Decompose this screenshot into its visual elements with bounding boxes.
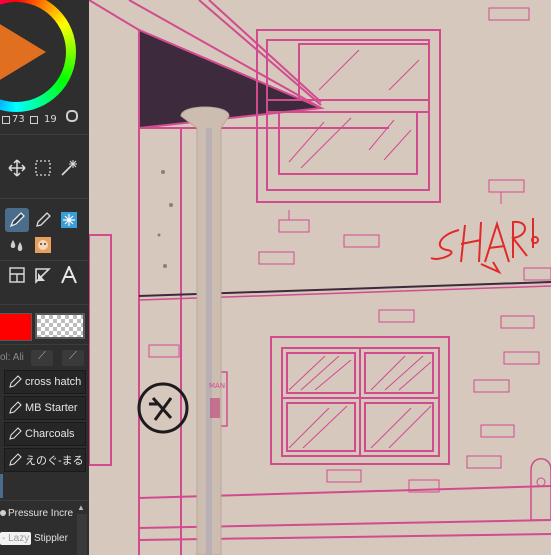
pen-icon[interactable] — [5, 208, 29, 232]
sign-text: MAN — [209, 382, 225, 390]
brush-tab-icon-2[interactable]: ⟋ — [62, 350, 84, 366]
pressure-slider[interactable]: Pressure Incre — [0, 508, 76, 528]
lazy-bar: - Lazy — [0, 532, 32, 545]
brush-tab-icon-1[interactable]: ⟋ — [31, 350, 53, 366]
pressure-label: Pressure Incre — [8, 508, 74, 519]
pen-icon — [5, 423, 25, 445]
drops-icon[interactable] — [5, 233, 29, 257]
selection-rect-icon[interactable] — [31, 156, 55, 180]
list-item[interactable]: えのぐ-まる — [4, 448, 86, 472]
color-value-icon-2 — [30, 116, 38, 124]
tool-panel: 73 19 ol: Ali ⟋ ⟋ cross hatch MB Starter… — [0, 0, 89, 555]
artwork: SHARI MAN — [89, 0, 551, 555]
scroll-up-icon[interactable]: ▲ — [77, 503, 87, 513]
stabilization-slider[interactable]: - Lazy Stippler — [0, 532, 76, 552]
color-value-b: 19 — [44, 114, 57, 125]
pen-icon — [5, 449, 25, 471]
list-item[interactable]: Charcoals — [4, 422, 86, 446]
color-value-a: 73 — [12, 114, 25, 125]
stippler-label: Stippler — [34, 533, 68, 544]
character-icon[interactable] — [31, 233, 55, 257]
settings-scrollbar[interactable] — [77, 514, 87, 555]
transparent-color-swatch[interactable] — [35, 313, 85, 339]
brush-label: cross hatch — [25, 376, 82, 388]
brush-label: えのぐ-まる — [25, 455, 84, 467]
brush-list-scrollbar[interactable] — [0, 474, 3, 498]
drawing-canvas[interactable]: SHARI MAN — [89, 0, 551, 555]
list-item[interactable]: cross hatch — [4, 370, 86, 394]
color-value-icon — [2, 116, 10, 124]
pen-icon — [5, 371, 25, 393]
sparkle-brush-icon[interactable] — [57, 208, 81, 232]
ruler-icon[interactable] — [31, 263, 55, 287]
brush-label: MB Starter — [25, 402, 78, 414]
brush-group-label: ol: Ali — [0, 352, 24, 363]
frame-icon[interactable] — [5, 263, 29, 287]
color-settings-icon[interactable] — [66, 110, 78, 122]
list-item[interactable]: MB Starter — [4, 396, 86, 420]
text-icon[interactable] — [57, 263, 81, 287]
magic-wand-icon[interactable] — [57, 156, 81, 180]
pencil-icon[interactable] — [31, 208, 55, 232]
main-color-swatch[interactable] — [0, 313, 32, 341]
move-icon[interactable] — [5, 156, 29, 180]
color-triangle[interactable] — [0, 18, 46, 86]
color-wheel[interactable] — [0, 0, 76, 112]
slider-knob — [0, 510, 6, 517]
pen-icon — [5, 397, 25, 419]
brush-label: Charcoals — [25, 428, 75, 440]
